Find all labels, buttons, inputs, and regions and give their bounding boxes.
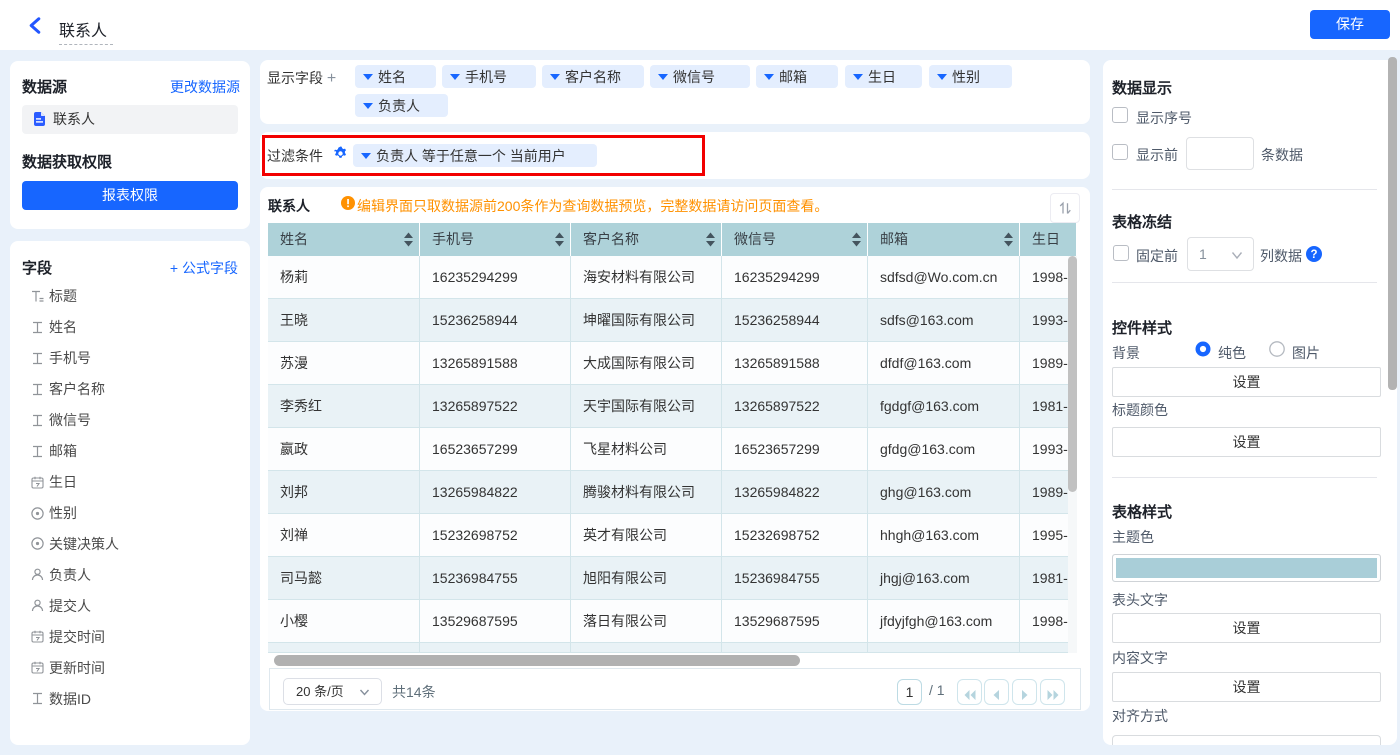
svg-text:?: ? xyxy=(1310,249,1317,261)
